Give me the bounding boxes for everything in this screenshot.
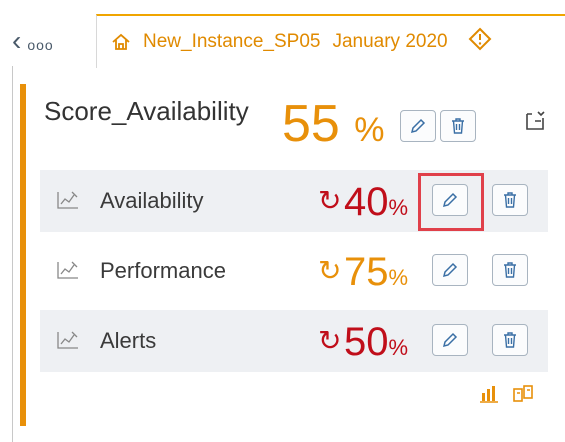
delete-kpi-button[interactable] [492,254,528,286]
pencil-icon [441,261,459,279]
home-icon [111,32,131,52]
kpi-value-unit: % [388,335,409,360]
chart-icon [56,330,80,355]
card-score: 55 % [282,94,385,160]
pencil-icon [441,331,459,349]
kpi-row-performance: Performance ↻ 75% [40,240,548,302]
delete-kpi-button[interactable] [492,184,528,216]
period-label[interactable]: January 2020 [332,31,447,53]
card-header: Score_Availability 55 % [26,84,560,164]
edit-kpi-button[interactable] [432,324,468,356]
delete-score-button[interactable] [440,110,476,142]
kpi-value: 40% [344,180,408,230]
chevron-left-icon: ‹ [12,25,22,56]
trash-icon [501,331,519,349]
kpi-label: Availability [100,188,204,213]
trend-down-icon: ↻ [318,325,342,356]
chart-icon [56,190,80,215]
trend-up-icon: ↻ [318,255,342,286]
trend-down-icon: ↻ [318,185,342,216]
more-dots-icon: ooo [27,37,54,53]
back-button[interactable]: ‹ ooo [12,14,92,68]
kpi-value-number: 50 [344,320,389,364]
trash-icon [449,117,467,135]
kpi-value-number: 40 [344,180,389,224]
focus-highlight-box [418,173,484,231]
warning-diamond-icon[interactable] [468,27,492,57]
kpi-value-unit: % [388,195,409,220]
edit-score-button[interactable] [400,110,436,142]
card-title: Score_Availability [44,96,249,126]
kpi-row-alerts: Alerts ↻ 50% [40,310,548,372]
collapse-card-icon[interactable] [524,110,546,137]
kpi-value-number: 75 [344,250,389,294]
delete-kpi-button[interactable] [492,324,528,356]
chart-icon [56,260,80,285]
compare-icon[interactable] [512,384,534,409]
kpi-value: 50% [344,320,408,370]
trash-icon [501,261,519,279]
kpi-value-unit: % [388,265,409,290]
breadcrumb-tab[interactable]: New_Instance_SP05 January 2020 [96,14,565,68]
left-divider [12,66,13,442]
edit-kpi-button[interactable] [432,254,468,286]
kpi-value: 75% [344,250,408,300]
card-score-value: 55 [282,95,340,153]
trash-icon [501,191,519,209]
instance-name[interactable]: New_Instance_SP05 [143,31,320,53]
card-score-unit: % [354,111,385,149]
kpi-label: Performance [100,258,226,283]
kpi-label: Alerts [100,328,157,353]
bar-chart-icon[interactable] [478,384,500,409]
pencil-icon [409,117,427,135]
